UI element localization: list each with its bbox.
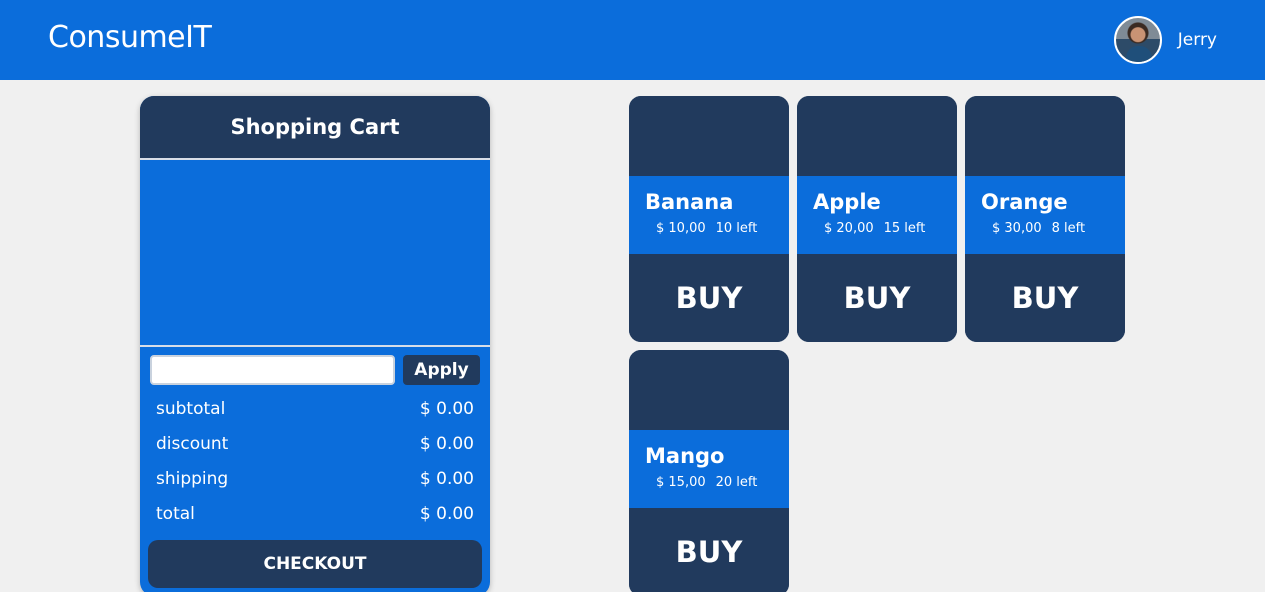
product-stock: 10 left: [715, 221, 758, 236]
product-price: $ 10,00: [656, 221, 706, 236]
product-image: [797, 96, 957, 176]
product-name: Mango: [645, 444, 725, 468]
summary-value: $ 0.00: [419, 503, 474, 524]
product-image: [629, 96, 789, 176]
coupon-row: Apply: [140, 347, 490, 385]
product-stock: 15 left: [883, 221, 926, 236]
product-name: Orange: [981, 190, 1068, 214]
product-card-mango: Mango $ 15,00 20 left BUY: [629, 350, 789, 592]
shopping-cart: Shopping Cart Apply subtotal $ 0.00 disc…: [140, 96, 490, 592]
product-price: $ 20,00: [824, 221, 874, 236]
summary-row-total: total $ 0.00: [156, 496, 474, 531]
summary-value: $ 0.00: [419, 398, 474, 419]
product-card-banana: Banana $ 10,00 10 left BUY: [629, 96, 789, 342]
product-info: Apple $ 20,00 15 left: [797, 176, 957, 254]
brand-logo[interactable]: ConsumeIT: [48, 20, 212, 55]
product-info: Orange $ 30,00 8 left: [965, 176, 1125, 254]
summary-value: $ 0.00: [419, 468, 474, 489]
product-name: Banana: [645, 190, 734, 214]
buy-button-apple[interactable]: BUY: [797, 254, 957, 342]
apply-button[interactable]: Apply: [403, 355, 480, 385]
cart-summary: subtotal $ 0.00 discount $ 0.00 shipping…: [140, 385, 490, 531]
product-price: $ 30,00: [992, 221, 1042, 236]
product-meta: $ 30,00 8 left: [981, 221, 1125, 236]
product-meta: $ 20,00 15 left: [813, 221, 957, 236]
checkout-button[interactable]: CHECKOUT: [148, 540, 482, 588]
product-meta: $ 10,00 10 left: [645, 221, 789, 236]
coupon-input[interactable]: [150, 355, 395, 385]
product-price: $ 15,00: [656, 475, 706, 490]
summary-row-discount: discount $ 0.00: [156, 426, 474, 461]
user-name[interactable]: Jerry: [1178, 30, 1217, 50]
cart-title: Shopping Cart: [140, 96, 490, 160]
top-bar: ConsumeIT Jerry: [0, 0, 1265, 80]
cart-items-list: [140, 160, 490, 347]
product-name: Apple: [813, 190, 881, 214]
product-image: [965, 96, 1125, 176]
summary-row-subtotal: subtotal $ 0.00: [156, 391, 474, 426]
product-info: Mango $ 15,00 20 left: [629, 430, 789, 508]
buy-button-orange[interactable]: BUY: [965, 254, 1125, 342]
user-menu[interactable]: Jerry: [1113, 16, 1217, 64]
product-meta: $ 15,00 20 left: [645, 475, 789, 490]
product-card-orange: Orange $ 30,00 8 left BUY: [965, 96, 1125, 342]
summary-label: shipping: [156, 468, 229, 489]
product-info: Banana $ 10,00 10 left: [629, 176, 789, 254]
product-stock: 20 left: [715, 475, 758, 490]
summary-value: $ 0.00: [419, 433, 474, 454]
buy-button-banana[interactable]: BUY: [629, 254, 789, 342]
avatar[interactable]: [1113, 16, 1162, 64]
product-stock: 8 left: [1051, 221, 1086, 236]
product-image: [629, 350, 789, 430]
product-card-apple: Apple $ 20,00 15 left BUY: [797, 96, 957, 342]
summary-row-shipping: shipping $ 0.00: [156, 461, 474, 496]
summary-label: total: [156, 503, 195, 524]
summary-label: subtotal: [156, 398, 226, 419]
buy-button-mango[interactable]: BUY: [629, 508, 789, 592]
summary-label: discount: [156, 433, 229, 454]
